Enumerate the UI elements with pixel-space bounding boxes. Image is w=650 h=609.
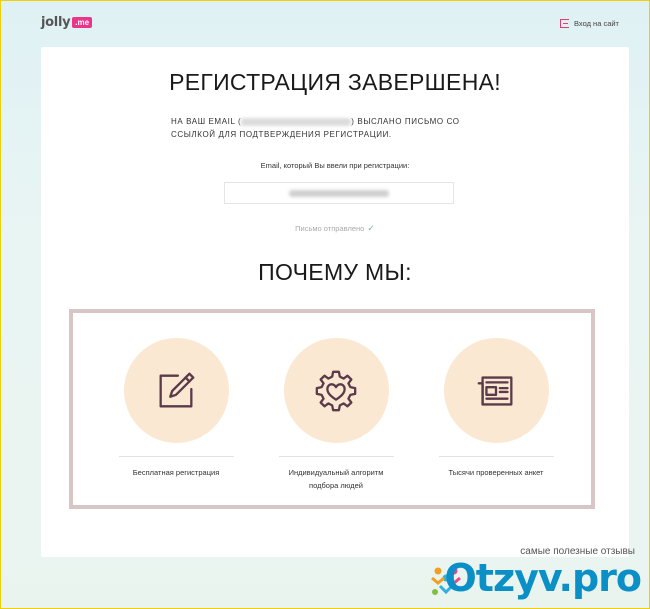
registration-card: РЕГИСТРАЦИЯ ЗАВЕРШЕНА! НА ВАШ EMAIL () В…	[41, 47, 629, 557]
sent-status-text: Письмо отправлено	[295, 224, 365, 233]
redacted-email-value	[289, 189, 389, 197]
check-icon: ✓	[367, 223, 375, 233]
site-logo[interactable]: jolly .me	[41, 15, 93, 30]
feature-label: Бесплатная регистрация	[132, 468, 220, 477]
watermark: самые полезные отзывы Otzyv.pro	[417, 546, 647, 606]
feature-divider	[438, 456, 554, 457]
features-frame: Бесплатная регистрация Индивидуальный ал…	[69, 309, 595, 509]
feature-verified-profiles: Тысячи проверенных анкет	[436, 338, 556, 479]
feature-circle	[443, 338, 549, 443]
heart-gear-icon	[315, 370, 357, 411]
feature-circle	[283, 338, 389, 443]
feature-free-registration: Бесплатная регистрация	[116, 338, 236, 479]
feature-label: Индивидуальный алгоритм подбора людей	[288, 468, 384, 490]
feature-matching-algorithm: Индивидуальный алгоритм подбора людей	[276, 338, 396, 492]
feature-circle	[123, 338, 229, 443]
feature-divider	[118, 456, 234, 457]
feature-divider	[278, 456, 394, 457]
feature-label: Тысячи проверенных анкет	[448, 468, 544, 477]
redacted-email	[241, 117, 352, 126]
confirmation-message: НА ВАШ EMAIL () ВЫСЛАНО ПИСЬМО СО ССЫЛКО…	[171, 115, 501, 141]
watermark-brand: Otzyv.pro	[444, 556, 642, 600]
login-icon	[560, 19, 569, 28]
page-title: РЕГИСТРАЦИЯ ЗАВЕРШЕНА!	[169, 69, 501, 95]
newspaper-icon	[477, 375, 513, 406]
sent-status: Письмо отправлено ✓	[41, 223, 629, 234]
message-prefix: НА ВАШ EMAIL (	[171, 117, 242, 126]
logo-badge: .me	[72, 17, 93, 28]
email-label: Email, который Вы ввели при регистрации:	[260, 161, 410, 170]
why-us-title: ПОЧЕМУ МЫ:	[258, 259, 412, 285]
login-link[interactable]: Вход на сайт	[560, 19, 619, 28]
logo-text: jolly	[41, 15, 71, 30]
login-label: Вход на сайт	[574, 19, 619, 28]
pencil-square-icon	[159, 372, 195, 407]
email-field[interactable]	[224, 182, 454, 204]
